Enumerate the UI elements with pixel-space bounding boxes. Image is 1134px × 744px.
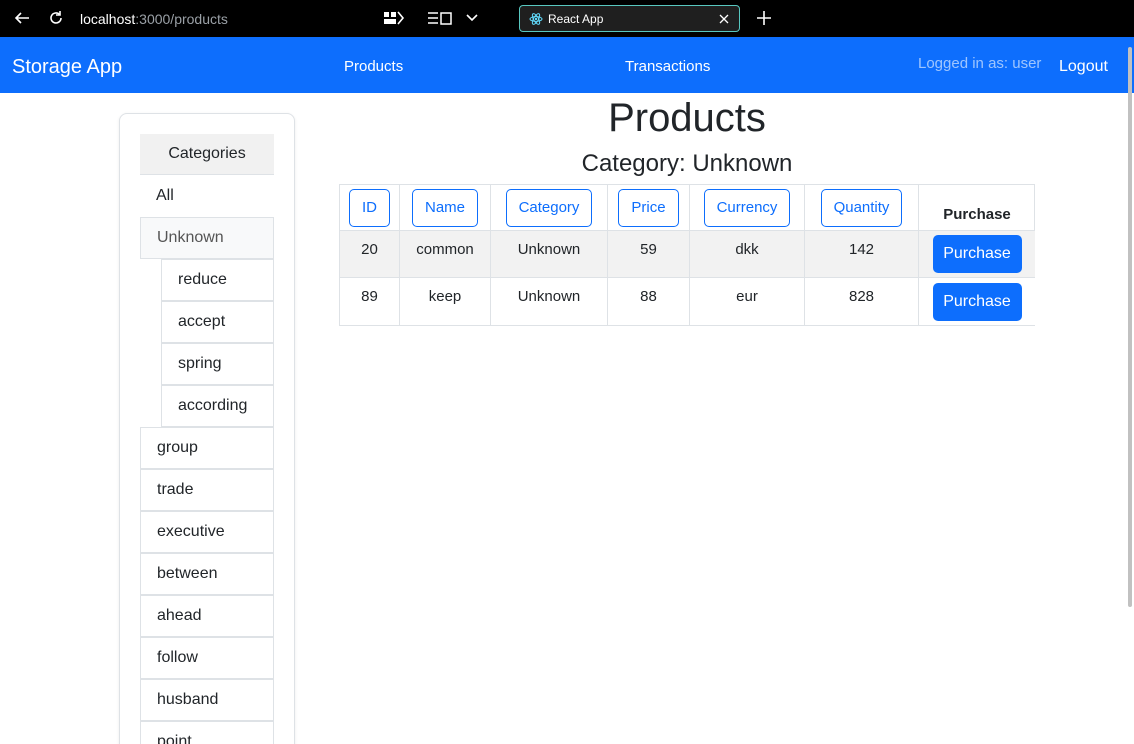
category-label: spring [178,355,222,372]
category-item-ahead[interactable]: ahead [140,595,274,637]
header-cell-currency: Currency [690,185,805,231]
table-cell-price: 88 [608,278,690,325]
table-cell-currency: eur [690,278,805,325]
category-item-husband[interactable]: husband [140,679,274,721]
category-label: point [157,733,192,744]
category-subtitle: Category: Unknown [581,150,793,177]
category-item-spring[interactable]: spring [161,343,274,385]
header-cell-name: Name [400,185,491,231]
table-cell-price: 59 [608,231,690,278]
nav-link-products[interactable]: Products [344,58,403,75]
sort-price-button[interactable]: Price [618,188,679,227]
category-item-accept[interactable]: accept [161,301,274,343]
url-path: :3000/products [135,11,228,27]
category-label: husband [157,691,219,708]
category-label: ahead [157,607,202,624]
category-item-according[interactable]: according [161,385,274,427]
table-cell-name: common [400,231,491,278]
tab-title: React App [548,12,604,26]
brand-logo[interactable]: Storage App [12,56,122,79]
category-item-trade[interactable]: trade [140,469,274,511]
category-label: according [178,397,248,414]
header-cell-purchase: Purchase [919,185,1035,231]
new-tab-plus-icon[interactable] [754,8,774,28]
category-item-group[interactable]: group [140,427,274,469]
chevron-down-icon[interactable] [462,8,482,28]
table-cell-id: 20 [340,231,400,278]
table-cell-purchase: Purchase [919,278,1035,325]
table-cell-category: Unknown [491,278,608,325]
category-item-all[interactable]: All [140,175,274,217]
table-cell-id: 89 [340,278,400,325]
close-icon[interactable] [718,12,730,30]
url-host: localhost [80,11,136,27]
header-cell-category: Category [491,185,608,231]
login-status: Logged in as: user [918,55,1042,72]
logout-link[interactable]: Logout [1059,58,1108,76]
sort-category-button[interactable]: Category [505,188,593,227]
sort-currency-button[interactable]: Currency [703,188,791,227]
browser-tab[interactable]: React App [519,5,740,32]
back-arrow-icon[interactable] [12,8,32,28]
tab-actions-icon[interactable] [426,8,454,28]
table-cell-currency: dkk [690,231,805,278]
category-label: Unknown [157,229,224,246]
address-bar[interactable]: localhost:3000/products [80,11,228,27]
table-cell-quantity: 828 [805,278,919,325]
page-title: Products [608,96,766,140]
category-label: All [156,187,174,204]
header-cell-price: Price [608,185,690,231]
category-item-reduce[interactable]: reduce [161,259,274,301]
react-logo-icon [529,12,543,31]
category-item-executive[interactable]: executive [140,511,274,553]
reading-view-icon[interactable] [382,8,406,28]
category-label: accept [178,313,226,330]
nav-link-transactions[interactable]: Transactions [625,58,710,75]
category-item-point[interactable]: point [140,721,274,744]
category-label: reduce [178,271,227,288]
table-cell-category: Unknown [491,231,608,278]
category-item-unknown[interactable]: Unknown [140,217,274,259]
sort-quantity-button[interactable]: Quantity [820,188,903,227]
category-label: between [157,565,218,582]
sort-name-button[interactable]: Name [411,188,478,227]
purchase-button[interactable]: Purchase [932,235,1022,273]
header-cell-id: ID [340,185,400,231]
table-cell-purchase: Purchase [919,231,1035,278]
category-item-follow[interactable]: follow [140,637,274,679]
category-label: follow [157,649,198,666]
table-cell-name: keep [400,278,491,325]
page-scrollbar[interactable] [1128,47,1132,607]
category-label: executive [157,523,225,540]
reload-icon[interactable] [46,8,66,28]
category-item-between[interactable]: between [140,553,274,595]
category-label: group [157,439,198,456]
category-label: trade [157,481,194,498]
browser-toolbar: localhost:3000/products React App [0,0,1134,37]
categories-header: Categories [140,134,274,175]
app-navbar: Storage App Products Transactions Logged… [0,37,1134,93]
products-table: ID Name Category Price Currency Quantity Purch… [339,184,1035,326]
table-cell-quantity: 142 [805,231,919,278]
purchase-button[interactable]: Purchase [932,282,1022,321]
sort-id-button[interactable]: ID [349,188,390,227]
header-cell-quantity: Quantity [805,185,919,231]
